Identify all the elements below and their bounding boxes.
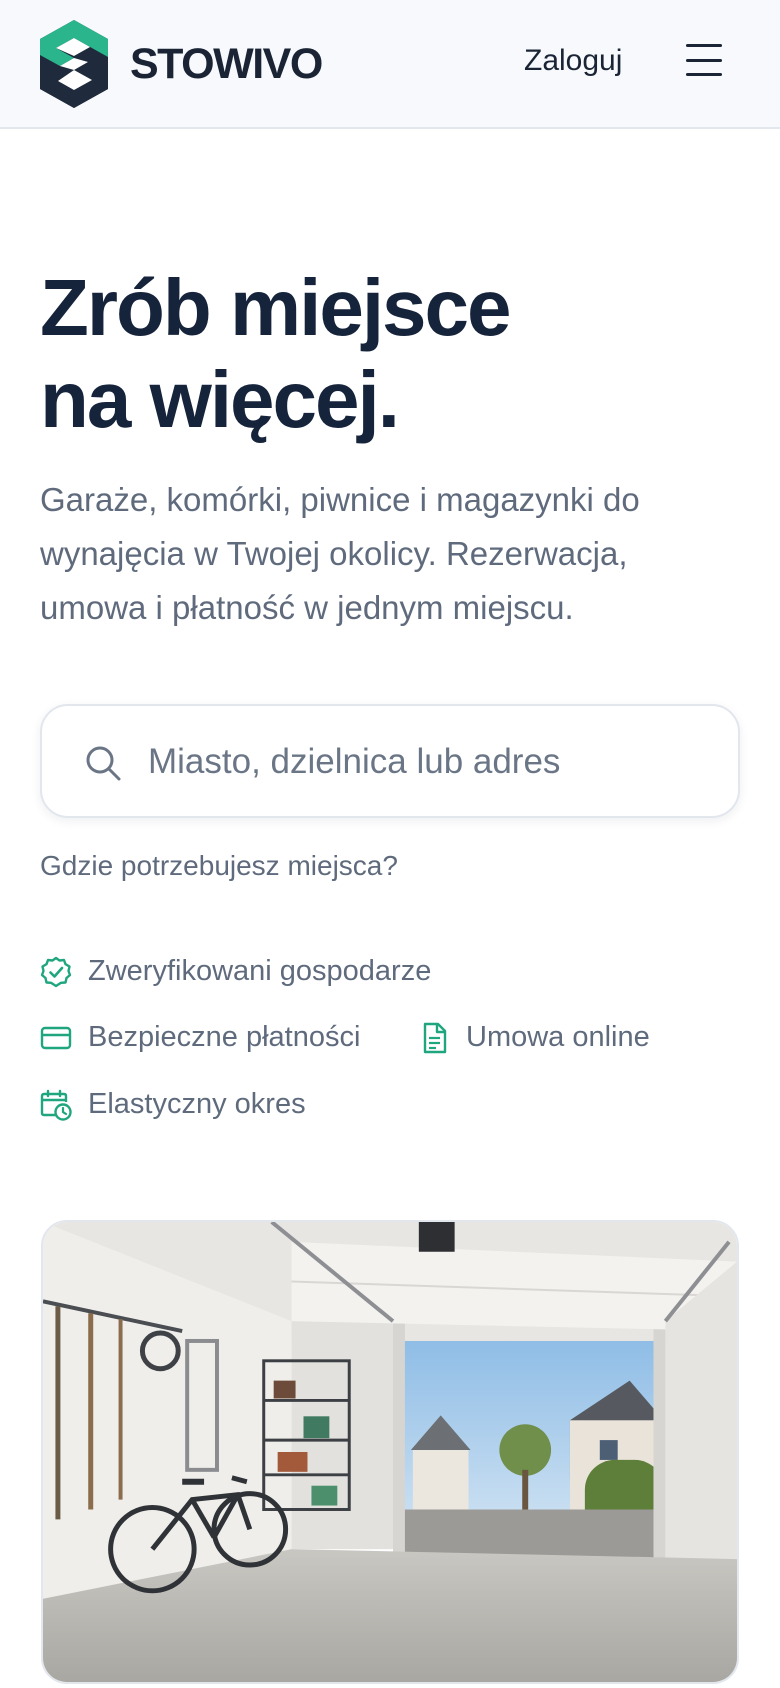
hamburger-menu-icon[interactable] [686, 44, 722, 76]
credit-card-icon [40, 1026, 72, 1049]
headline-line-2: na więcej. [40, 355, 400, 444]
hero-subtitle: Garaże, komórki, piwnice i magazynki do … [40, 481, 640, 626]
search-box[interactable] [40, 704, 740, 818]
feature-verified-hosts: Zweryfikowani gospodarze [40, 955, 431, 988]
top-header: STOWIVO Zaloguj [0, 0, 780, 129]
feature-flexible-period: Elastyczny okres [40, 1088, 306, 1121]
headline-line-1: Zrób miejsce [40, 263, 512, 352]
search-hint: Gdzie potrzebujesz miejsca? [40, 850, 398, 881]
brand-logo[interactable]: STOWIVO [40, 20, 323, 108]
feature-online-contract: Umowa online [418, 1021, 650, 1054]
login-link[interactable]: Zaloguj [524, 44, 622, 78]
hero-garage-photo [41, 1220, 739, 1684]
stowivo-logo-icon [40, 20, 108, 108]
feature-label: Elastyczny okres [88, 1088, 306, 1120]
brand-name: STOWIVO [130, 39, 323, 88]
hero-headline: Zrób miejsce na więcej. [40, 262, 512, 446]
location-search-input[interactable] [148, 734, 708, 790]
search-icon [86, 746, 121, 781]
feature-secure-payments: Bezpieczne płatności [40, 1021, 360, 1054]
verified-badge-icon [40, 956, 72, 987]
feature-label: Bezpieczne płatności [88, 1021, 361, 1053]
feature-label: Umowa online [466, 1021, 650, 1053]
calendar-clock-icon [40, 1089, 72, 1121]
garage-photo [43, 1222, 737, 1682]
feature-label: Zweryfikowani gospodarze [88, 955, 432, 987]
document-icon [423, 1022, 447, 1053]
